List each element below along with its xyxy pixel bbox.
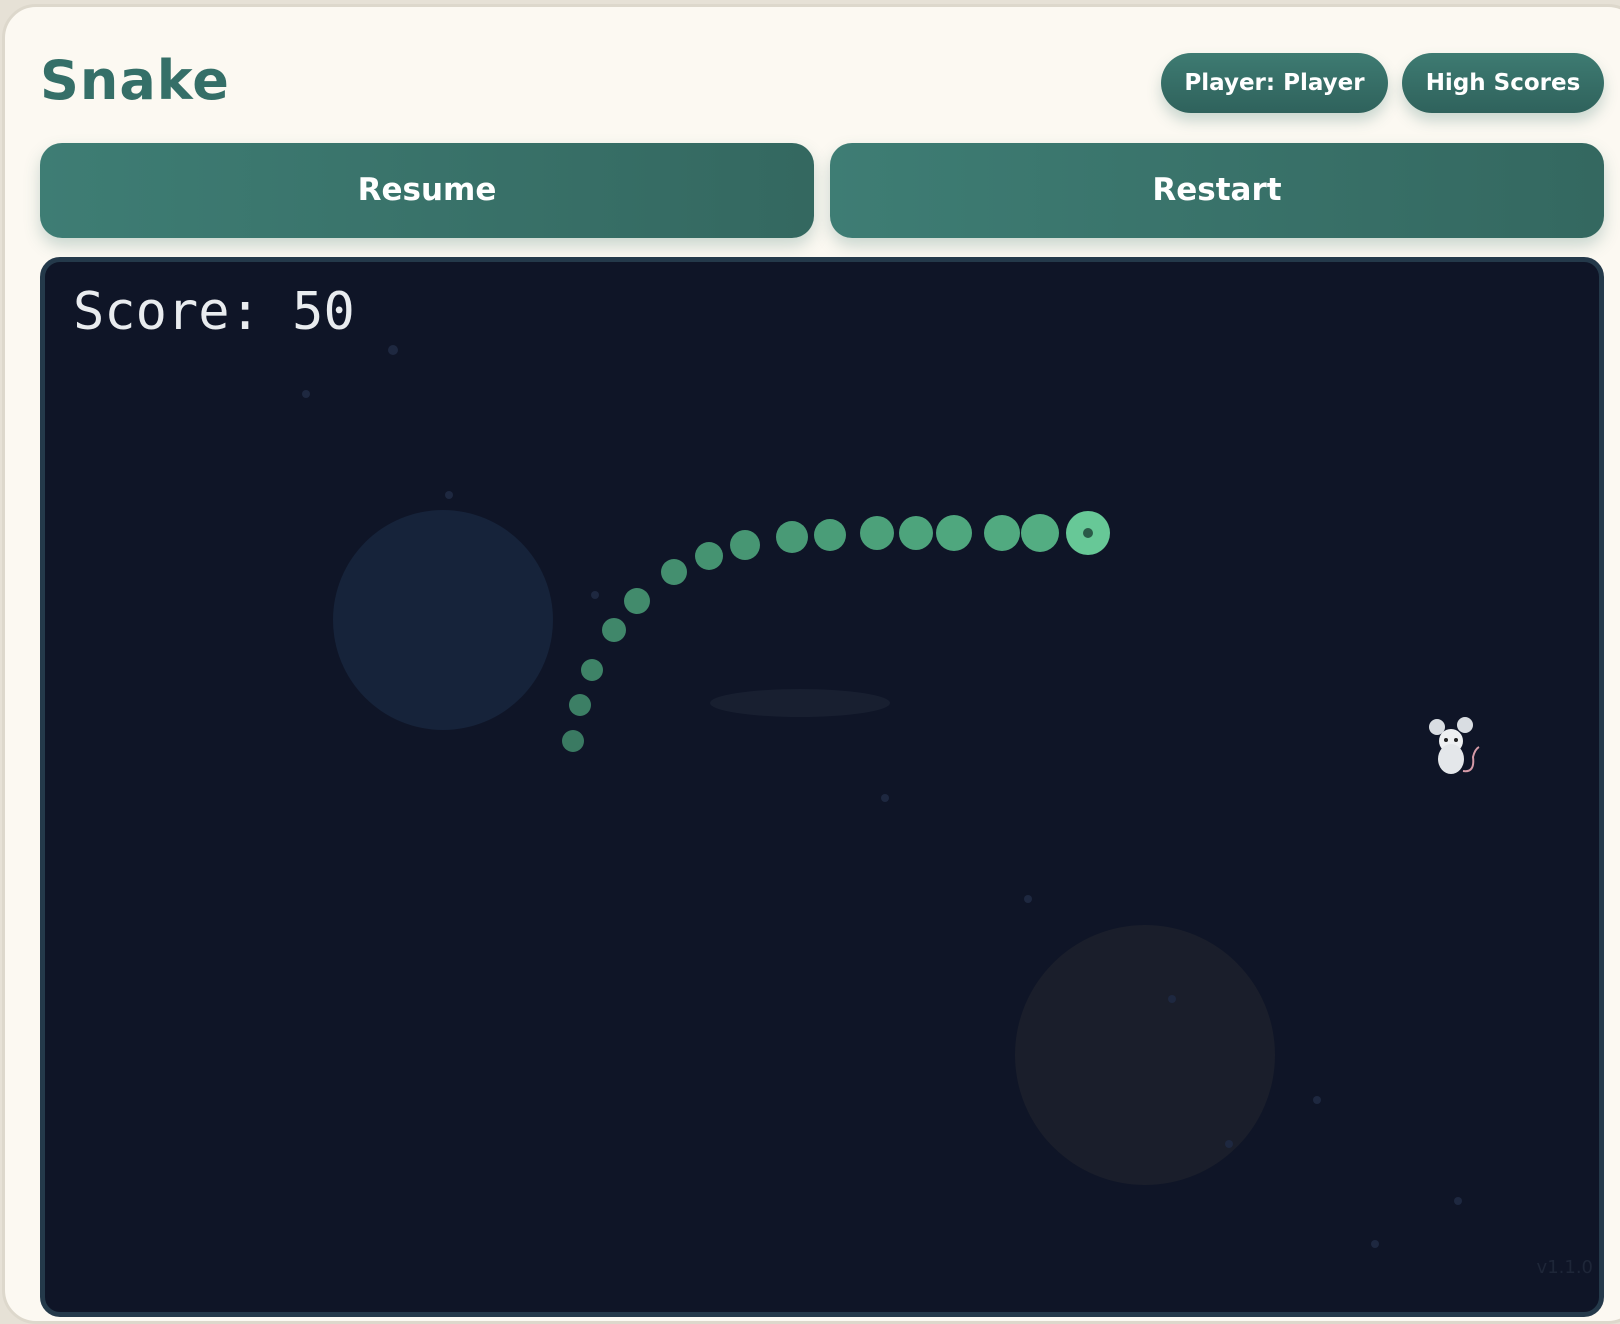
player-button[interactable]: Player: Player: [1161, 53, 1388, 113]
game-board[interactable]: Score: 50 v1.1.0: [40, 257, 1604, 1317]
snake-segment: [1021, 514, 1059, 552]
snake-segment: [899, 516, 933, 550]
snake-segment: [581, 659, 603, 681]
snake-segment: [661, 559, 687, 585]
snake-segment: [984, 515, 1020, 551]
game-canvas: [302, 345, 1480, 1248]
snake-eye: [1083, 528, 1093, 538]
snake-segment: [562, 730, 584, 752]
page-title: Snake: [40, 49, 230, 112]
background-planet: [333, 510, 553, 730]
snake-segment: [936, 515, 972, 551]
snake: [562, 511, 1110, 752]
score-display: Score: 50: [73, 282, 355, 342]
snake-segment: [695, 542, 723, 570]
version-label: v1.1.0: [1536, 1257, 1593, 1278]
restart-button[interactable]: Restart: [830, 143, 1604, 238]
resume-button[interactable]: Resume: [40, 143, 814, 238]
game-panel: Snake Player: Player High Scores Resume …: [2, 4, 1620, 1324]
background-stars: [302, 345, 1462, 1248]
background-nebula: [710, 689, 890, 717]
high-scores-button[interactable]: High Scores: [1402, 53, 1604, 113]
background-planet: [1015, 925, 1275, 1185]
mouse-icon: [1429, 717, 1480, 774]
snake-segment: [730, 530, 760, 560]
snake-segment: [569, 694, 591, 716]
snake-segment: [814, 519, 846, 551]
snake-segment: [860, 516, 894, 550]
snake-segment: [602, 618, 626, 642]
snake-segment: [776, 521, 808, 553]
snake-segment: [624, 588, 650, 614]
